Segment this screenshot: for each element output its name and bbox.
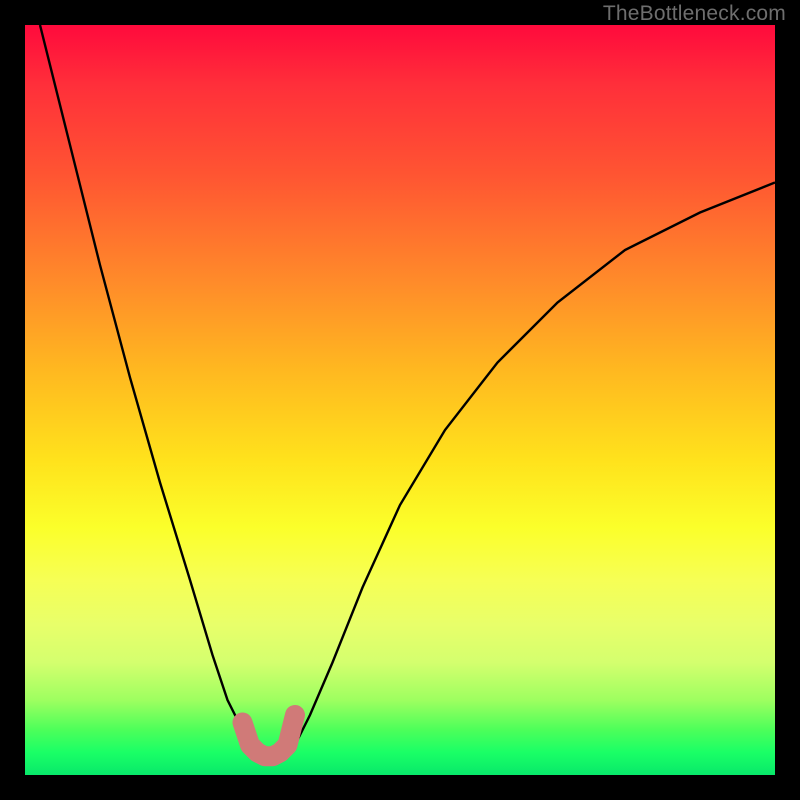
- plot-area: [25, 25, 775, 775]
- watermark-text: TheBottleneck.com: [603, 2, 786, 26]
- curve-left-branch: [40, 25, 258, 753]
- curve-layer: [25, 25, 775, 775]
- outer-frame: TheBottleneck.com: [0, 0, 800, 800]
- curve-right-branch: [295, 183, 775, 746]
- highlight-marker: [243, 715, 296, 756]
